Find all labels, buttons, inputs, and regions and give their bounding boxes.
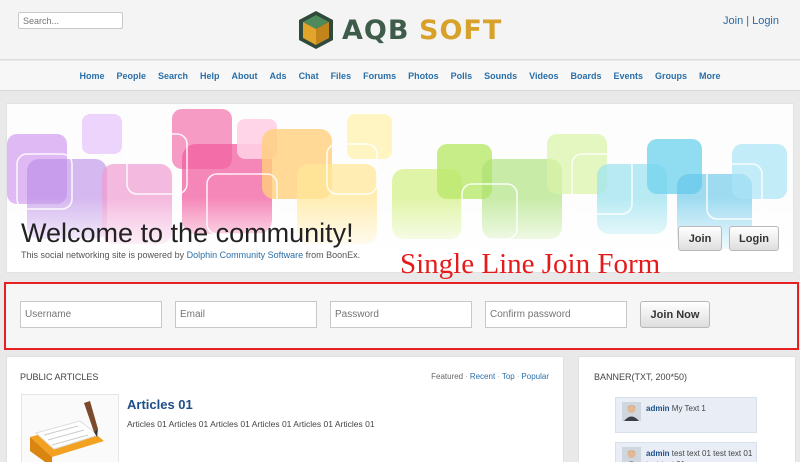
search-input[interactable] bbox=[18, 12, 123, 29]
nav-item-boards[interactable]: Boards bbox=[570, 71, 601, 81]
filter-featured[interactable]: Featured bbox=[431, 372, 463, 381]
header: AQB SOFT Join|Login bbox=[0, 0, 800, 60]
banner-text-panel: BANNER(TXT, 200*50) admin My Text 1 admi… bbox=[578, 356, 796, 462]
article-title-link[interactable]: Articles 01 bbox=[127, 397, 193, 412]
filter-recent[interactable]: Recent bbox=[470, 372, 495, 381]
articles-filters: Featured · Recent · Top · Popular bbox=[431, 372, 549, 381]
annotation-label: Single Line Join Form bbox=[400, 248, 661, 280]
article-snippet: Articles 01 Articles 01 Articles 01 Arti… bbox=[127, 419, 375, 429]
nav-item-photos[interactable]: Photos bbox=[408, 71, 439, 81]
banner-login-button[interactable]: Login bbox=[729, 226, 779, 251]
banner-entry-body: My Text 1 bbox=[669, 404, 706, 413]
logo-text-soft: SOFT bbox=[419, 14, 503, 46]
nav-item-events[interactable]: Events bbox=[613, 71, 643, 81]
filter-separator: · bbox=[497, 372, 500, 381]
nav-item-people[interactable]: People bbox=[116, 71, 146, 81]
single-line-join-form: Join Now bbox=[4, 282, 799, 350]
banner-entry-text: admin test text 01 test text 01 test tex… bbox=[646, 448, 756, 462]
avatar[interactable] bbox=[622, 402, 641, 421]
logo-text-aqb: AQB bbox=[342, 14, 410, 46]
nav-item-forums[interactable]: Forums bbox=[363, 71, 396, 81]
banner-entry: admin My Text 1 bbox=[615, 397, 757, 433]
welcome-title: Welcome to the community! bbox=[21, 218, 354, 248]
username-input[interactable] bbox=[20, 301, 162, 328]
banner-entry: admin test text 01 test text 01 test tex… bbox=[615, 442, 757, 462]
articles-heading: PUBLIC ARTICLES bbox=[20, 372, 99, 382]
public-articles-panel: PUBLIC ARTICLES Featured · Recent · Top · Popu… bbox=[6, 356, 564, 462]
nav-item-home[interactable]: Home bbox=[79, 71, 104, 81]
nav-item-ads[interactable]: Ads bbox=[270, 71, 287, 81]
nav-item-about[interactable]: About bbox=[232, 71, 258, 81]
nav-item-chat[interactable]: Chat bbox=[299, 71, 319, 81]
user-avatar-icon bbox=[622, 447, 641, 462]
join-now-button[interactable]: Join Now bbox=[640, 301, 710, 328]
filter-top[interactable]: Top bbox=[502, 372, 515, 381]
banner-entry-author[interactable]: admin bbox=[646, 449, 670, 458]
nav-item-sounds[interactable]: Sounds bbox=[484, 71, 517, 81]
site-logo[interactable]: AQB SOFT bbox=[296, 8, 502, 52]
filter-separator: · bbox=[465, 372, 468, 381]
nav-item-help[interactable]: Help bbox=[200, 71, 220, 81]
auth-links: Join | Login bbox=[723, 15, 779, 27]
dolphin-link[interactable]: Dolphin Community Software bbox=[187, 250, 304, 260]
banner-entry-text: admin My Text 1 bbox=[646, 403, 756, 414]
main-nav: Home People Search Help About Ads Chat F… bbox=[0, 61, 800, 91]
banner-join-button[interactable]: Join bbox=[678, 226, 722, 251]
auth-separator: | bbox=[746, 15, 750, 27]
folder-pen-icon bbox=[30, 401, 104, 462]
user-avatar-icon bbox=[622, 402, 641, 421]
article-thumbnail[interactable] bbox=[21, 394, 119, 462]
logo-text: AQB SOFT bbox=[342, 17, 502, 44]
avatar[interactable] bbox=[622, 447, 641, 462]
nav-item-more[interactable]: More bbox=[699, 71, 721, 81]
nav-item-polls[interactable]: Polls bbox=[451, 71, 473, 81]
banner-entry-author[interactable]: admin bbox=[646, 404, 670, 413]
nav-item-groups[interactable]: Groups bbox=[655, 71, 687, 81]
powered-prefix: This social networking site is powered b… bbox=[21, 250, 187, 260]
cube-logo-icon bbox=[299, 11, 333, 49]
header-login-link[interactable]: Login bbox=[752, 15, 779, 27]
banner-box-heading: BANNER(TXT, 200*50) bbox=[594, 372, 688, 382]
filter-popular[interactable]: Popular bbox=[521, 372, 549, 381]
email-input[interactable] bbox=[175, 301, 317, 328]
nav-item-search[interactable]: Search bbox=[158, 71, 188, 81]
powered-suffix: from BoonEx. bbox=[303, 250, 361, 260]
password-input[interactable] bbox=[330, 301, 472, 328]
nav-item-videos[interactable]: Videos bbox=[529, 71, 558, 81]
confirm-password-input[interactable] bbox=[485, 301, 627, 328]
header-join-link[interactable]: Join bbox=[723, 15, 743, 27]
nav-item-files[interactable]: Files bbox=[331, 71, 352, 81]
powered-by-text: This social networking site is powered b… bbox=[21, 250, 360, 260]
